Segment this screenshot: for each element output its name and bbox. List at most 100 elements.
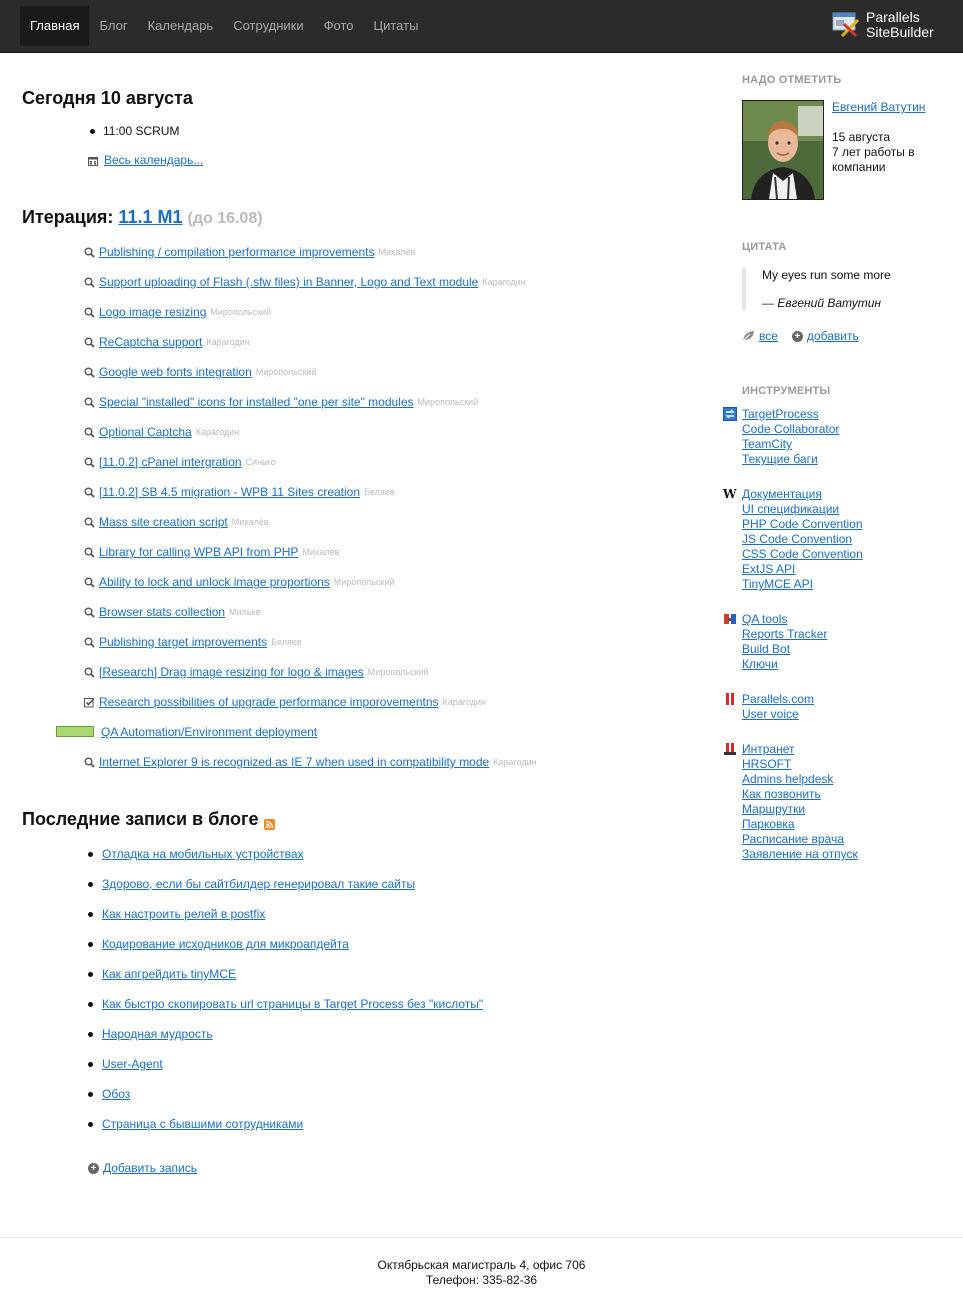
tool-link[interactable]: Парковка — [742, 817, 795, 831]
tool-link[interactable]: Как позвонить — [742, 787, 821, 801]
task-link[interactable]: Research possibilities of upgrade perfor… — [99, 695, 439, 709]
task-link[interactable]: Publishing target improvements — [99, 635, 267, 649]
task-link[interactable]: Special "installed" icons for installed … — [99, 395, 414, 409]
tool-link[interactable]: User voice — [742, 707, 799, 721]
blog-post-link[interactable]: Как быстро скопировать url страницы в Ta… — [102, 997, 483, 1011]
task-owner: Михалёв — [378, 247, 416, 257]
tool-link[interactable]: ExtJS API — [742, 562, 795, 576]
search-icon — [84, 337, 95, 348]
tool-link[interactable]: Заявление на отпуск — [742, 847, 858, 861]
nav-item-calendar[interactable]: Календарь — [138, 6, 224, 46]
task-item: QA Automation/Environment deployment — [101, 724, 317, 740]
nav-item-employees[interactable]: Сотрудники — [223, 6, 313, 46]
rss-icon[interactable] — [264, 814, 276, 830]
nav-item-quotes[interactable]: Цитаты — [364, 6, 429, 46]
intranet-icon — [723, 742, 737, 756]
nav-item-blog[interactable]: Блог — [89, 6, 137, 46]
nav-item-home[interactable]: Главная — [20, 6, 90, 46]
task-link[interactable]: ReCaptcha support — [99, 335, 202, 349]
task-item: Browser stats collection Мильке — [84, 604, 261, 620]
nav-item-photo[interactable]: Фото — [314, 6, 364, 46]
task-link[interactable]: Mass site creation script — [99, 515, 228, 529]
tool-link[interactable]: QA tools — [742, 612, 787, 626]
all-calendar-link[interactable]: Весь календарь... — [104, 153, 203, 167]
task-item: Google web fonts integration Миропольски… — [84, 364, 316, 380]
search-icon — [84, 607, 95, 618]
search-icon — [84, 757, 95, 768]
task-item: Optional Captcha Карагодин — [84, 424, 239, 440]
tool-link[interactable]: Интранет — [742, 742, 795, 756]
task-link[interactable]: Internet Explorer 9 is recognized as IE … — [99, 755, 489, 769]
list-item: Здорово, если бы сайтбилдер генерировал … — [88, 876, 415, 892]
task-link[interactable]: [Research] Drag image resizing for logo … — [99, 665, 364, 679]
tool-link[interactable]: Code Collaborator — [742, 422, 839, 436]
brand-line1: Parallels — [866, 9, 920, 25]
task-link[interactable]: Ability to lock and unlock image proport… — [99, 575, 330, 589]
blog-post-link[interactable]: Отладка на мобильных устройствах — [102, 847, 304, 861]
tool-link[interactable]: Ключи — [742, 657, 778, 671]
blog-post-link[interactable]: Кодирование исходников для микроапдейта — [102, 937, 349, 951]
task-link[interactable]: QA Automation/Environment deployment — [101, 725, 317, 739]
blog-post-link[interactable]: User-Agent — [102, 1057, 163, 1071]
search-icon — [84, 667, 95, 678]
tool-link[interactable]: Parallels.com — [742, 692, 814, 706]
tool-link[interactable]: JS Code Convention — [742, 532, 852, 546]
blog-post-link[interactable]: Страница с бывшими сотрудниками — [102, 1117, 303, 1131]
blog-post-link[interactable]: Как настроить релей в postfix — [102, 907, 265, 921]
tool-link[interactable]: CSS Code Convention — [742, 547, 863, 561]
tool-link[interactable]: TinyMCE API — [742, 577, 813, 591]
add-quote-link[interactable]: добавить — [807, 329, 859, 343]
task-link[interactable]: Google web fonts integration — [99, 365, 252, 379]
task-owner: Миропольский — [333, 577, 395, 587]
employee-photo[interactable] — [742, 100, 824, 200]
task-owner: Карагодин — [206, 337, 250, 347]
blog-post-link[interactable]: Народная мудрость — [102, 1027, 213, 1041]
task-link[interactable]: Logo image resizing — [99, 305, 206, 319]
tool-link[interactable]: TargetProcess — [742, 407, 819, 421]
task-owner: Михалёв — [302, 547, 340, 557]
tool-link[interactable]: Reports Tracker — [742, 627, 827, 641]
add-post-link[interactable]: Добавить запись — [103, 1161, 197, 1175]
tool-link[interactable]: Admins helpdesk — [742, 772, 833, 786]
task-owner: Синько — [245, 457, 276, 467]
task-item: Publishing / compilation performance imp… — [84, 244, 415, 260]
tool-link[interactable]: PHP Code Convention — [742, 517, 863, 531]
task-link[interactable]: Support uploading of Flash (.sfw files) … — [99, 275, 478, 289]
task-item: Research possibilities of upgrade perfor… — [84, 694, 486, 710]
wiki-icon: W — [723, 487, 737, 501]
task-owner: Карагодин — [493, 757, 537, 767]
task-owner: Миропольский — [417, 397, 479, 407]
task-link[interactable]: Library for calling WPB API from PHP — [99, 545, 298, 559]
all-quotes-link[interactable]: все — [759, 329, 778, 343]
list-item: Отладка на мобильных устройствах — [88, 846, 304, 862]
task-owner: Миропольский — [367, 667, 429, 677]
blog-post-link[interactable]: Как апгрейдить tinyMCE — [102, 967, 236, 981]
employee-name-link[interactable]: Евгений Ватутин — [832, 100, 925, 114]
leaf-icon — [742, 330, 755, 342]
task-link[interactable]: [11.0.2] cPanel intergration — [99, 455, 242, 469]
tool-link[interactable]: Build Bot — [742, 642, 790, 656]
tool-link[interactable]: Расписание врача — [742, 832, 844, 846]
qa-icon — [723, 612, 737, 626]
tool-link[interactable]: UI спецификации — [742, 502, 839, 516]
blog-post-link[interactable]: Здорово, если бы сайтбилдер генерировал … — [102, 877, 415, 891]
task-item: [11.0.2] SB 4.5 migration - WPB 11 Sites… — [84, 484, 395, 500]
blog-post-link[interactable]: Обоз — [102, 1087, 130, 1101]
task-link[interactable]: Publishing / compilation performance imp… — [99, 245, 374, 259]
tool-group-intranet: Интранет HRSOFT Admins helpdesk Как позв… — [742, 742, 858, 862]
task-item: Library for calling WPB API from PHP Мих… — [84, 544, 339, 560]
employee-anniversary: 7 лет работы в компании — [832, 145, 915, 174]
task-item: Mass site creation script Михалёв — [84, 514, 269, 530]
tool-group-wiki: Документация UI спецификации PHP Code Co… — [742, 487, 863, 592]
task-link[interactable]: Optional Captcha — [99, 425, 192, 439]
tool-link[interactable]: TeamCity — [742, 437, 792, 451]
iteration-link[interactable]: 11.1 M1 — [118, 207, 182, 227]
brand-logo[interactable]: Parallels SiteBuilder — [832, 10, 934, 40]
tool-link[interactable]: Текущие баги — [742, 452, 818, 466]
tool-link[interactable]: Документация — [742, 487, 822, 501]
task-link[interactable]: Browser stats collection — [99, 605, 225, 619]
tool-link[interactable]: Маршрутки — [742, 802, 805, 816]
task-link[interactable]: [11.0.2] SB 4.5 migration - WPB 11 Sites… — [99, 485, 360, 499]
list-item: Как быстро скопировать url страницы в Ta… — [88, 996, 483, 1012]
tool-link[interactable]: HRSOFT — [742, 757, 791, 771]
